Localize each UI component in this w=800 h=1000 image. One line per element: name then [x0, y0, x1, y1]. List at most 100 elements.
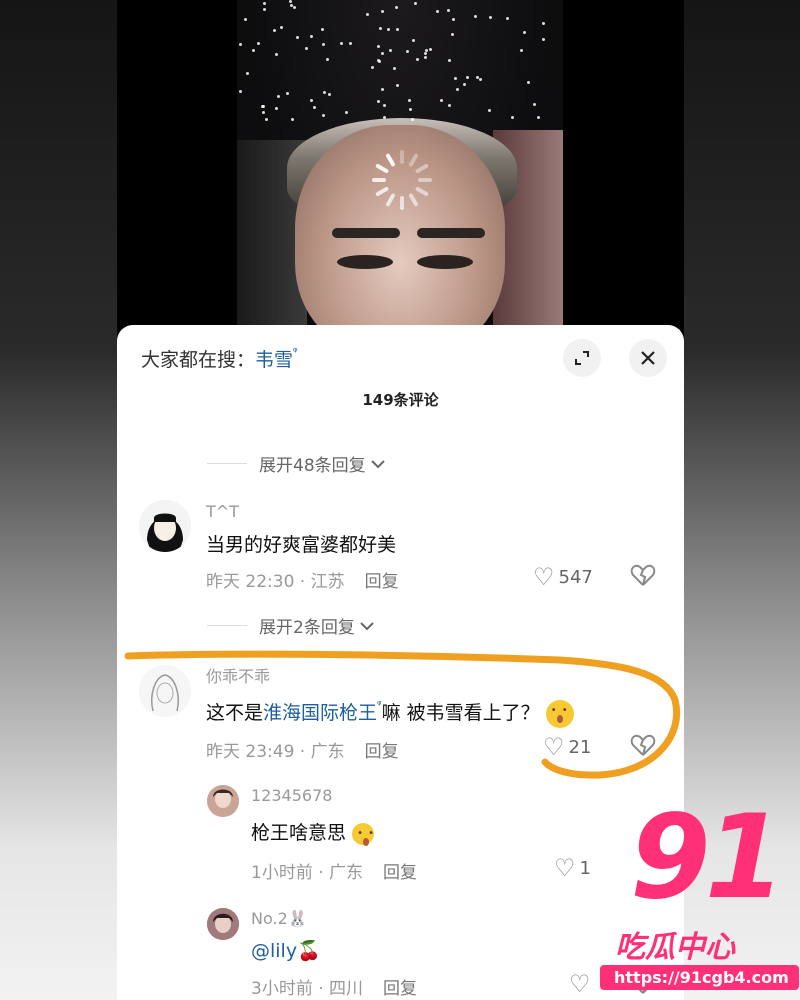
star-light: [389, 49, 392, 52]
avatar[interactable]: [207, 908, 239, 940]
star-light: [451, 33, 454, 36]
comment-time-location: 昨天 22:30 · 江苏: [206, 572, 345, 592]
star-light: [537, 116, 540, 119]
star-light: [396, 28, 399, 31]
like-button[interactable]: ♡ 1: [554, 856, 591, 880]
comment-username[interactable]: 你乖不乖: [206, 663, 270, 687]
star-light: [436, 10, 439, 13]
reply-username[interactable]: 12345678: [251, 786, 332, 805]
heart-icon: ♡: [543, 733, 565, 761]
star-light: [275, 53, 278, 56]
star-light: [411, 118, 414, 121]
spinner-tick: [375, 186, 390, 197]
reply-meta: 1小时前 · 广东 回复: [251, 858, 417, 883]
star-light: [293, 6, 296, 9]
star-light: [322, 114, 325, 117]
star-light: [452, 18, 455, 21]
dislike-icon: [630, 734, 656, 756]
star-light: [488, 109, 491, 112]
watermark-number: 91: [630, 790, 785, 925]
reply-button[interactable]: 回复: [383, 979, 417, 999]
avatar[interactable]: [139, 500, 191, 552]
dislike-icon: [630, 564, 656, 586]
expand-replies-label: 展开2条回复: [259, 618, 355, 638]
expand-replies-48[interactable]: 展开48条回复: [207, 451, 387, 476]
star-light: [424, 56, 427, 59]
star-light: [381, 10, 384, 13]
reply-button[interactable]: 回复: [365, 742, 399, 762]
reply-username[interactable]: No.2🐰: [251, 909, 308, 928]
like-button[interactable]: ♡ 547: [533, 565, 593, 589]
comment-search-link[interactable]: 淮海国际枪王: [263, 702, 377, 724]
star-light: [379, 27, 382, 30]
person-eye-left: [337, 255, 393, 269]
star-light: [523, 31, 526, 34]
spinner-tick: [414, 163, 429, 174]
video-player[interactable]: [117, 0, 684, 340]
star-light: [395, 6, 398, 9]
star-light: [377, 59, 380, 62]
like-count: 547: [558, 566, 593, 588]
star-light: [440, 99, 443, 102]
reply-meta: 3小时前 · 四川 回复: [251, 974, 417, 999]
dislike-button[interactable]: [630, 733, 656, 763]
shocked-emoji-icon: [545, 699, 574, 728]
star-light: [463, 83, 466, 86]
expand-icon: [575, 351, 589, 365]
avatar[interactable]: [207, 785, 239, 817]
comment-username[interactable]: T^T: [206, 502, 239, 521]
star-light: [533, 103, 536, 106]
expand-replies-label: 展开48条回复: [259, 456, 366, 476]
watermark-subtitle: 吃瓜中心: [615, 930, 735, 965]
reply-text[interactable]: @lily🍒: [251, 939, 321, 962]
spinner-tick: [408, 153, 419, 168]
like-count: 1: [579, 857, 591, 879]
reply-button[interactable]: 回复: [365, 572, 399, 592]
like-button[interactable]: ♡: [569, 972, 595, 996]
dislike-button[interactable]: [630, 563, 656, 593]
star-light: [396, 84, 399, 87]
star-light: [414, 2, 417, 5]
spinner-tick: [408, 192, 419, 207]
spinner-tick: [418, 178, 432, 182]
reply-text-content: 枪王啥意思: [251, 822, 347, 844]
star-light: [489, 16, 492, 19]
chevron-down-icon: [360, 621, 374, 630]
comment-text-after: 嘛 被韦雪看上了？: [381, 702, 540, 724]
expand-button[interactable]: [563, 339, 601, 377]
search-keyword[interactable]: 韦雪: [255, 349, 293, 371]
star-light: [387, 28, 390, 31]
star-light: [520, 49, 523, 52]
star-light: [340, 42, 343, 45]
expand-replies-2[interactable]: 展开2条回复: [207, 613, 376, 638]
star-light: [239, 90, 242, 93]
heart-icon: ♡: [569, 970, 591, 998]
star-light: [429, 48, 432, 51]
divider-line: [207, 463, 247, 464]
avatar-girl-icon: [139, 500, 191, 552]
star-light: [328, 93, 331, 96]
star-light: [456, 88, 459, 91]
loading-spinner-icon: [372, 150, 432, 210]
star-light: [321, 28, 324, 31]
comment-text: 这不是淮海国际枪王ᵠ嘛 被韦雪看上了？: [206, 698, 574, 728]
star-light: [479, 78, 482, 81]
spinner-tick: [372, 178, 386, 182]
star-light: [454, 77, 457, 80]
star-light: [310, 35, 313, 38]
star-light: [263, 8, 266, 11]
spinner-tick: [414, 186, 429, 197]
star-light: [506, 17, 509, 20]
star-light: [263, 2, 266, 5]
reply-button[interactable]: 回复: [383, 863, 417, 883]
close-button[interactable]: [629, 339, 667, 377]
comment-text-before: 这不是: [206, 702, 264, 724]
comment-text: 当男的好爽富婆都好美: [206, 534, 397, 556]
search-suggestion[interactable]: 大家都在搜：韦雪ᵠ: [141, 345, 298, 372]
avatar[interactable]: [139, 665, 191, 717]
like-button[interactable]: ♡ 21: [543, 735, 591, 759]
star-light: [424, 52, 427, 55]
star-light: [366, 13, 369, 16]
star-light: [265, 118, 268, 121]
star-light: [466, 76, 469, 79]
